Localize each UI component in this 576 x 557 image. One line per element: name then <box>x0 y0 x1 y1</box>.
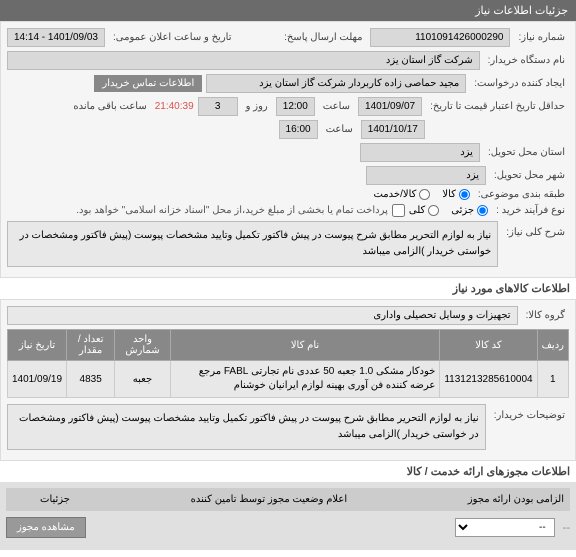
dash-1: -- <box>563 522 570 534</box>
class-goods-radio[interactable] <box>459 189 470 200</box>
status-label: اعلام وضعیت مجوز توسط تامین کننده <box>76 488 462 511</box>
need-number-field: 1101091426000290 <box>370 28 510 47</box>
class-service-radio[interactable] <box>419 189 430 200</box>
col-unit: واحد شمارش <box>115 330 170 361</box>
province-field: یزد <box>360 143 480 162</box>
treasury-checkbox[interactable] <box>392 204 405 217</box>
countdown-timer: 21:40:39 <box>155 101 194 112</box>
announce-value: 1401/09/03 - 14:14 <box>7 28 105 47</box>
pt-full-radio[interactable] <box>428 205 439 216</box>
city-field: یزد <box>366 166 486 185</box>
class-radio-group: کالا کالا/خدمت <box>373 189 469 200</box>
requester-field: مجید حماصی زاده کاربردار شرکت گاز استان … <box>206 74 466 93</box>
col-qty: تعداد / مقدار <box>67 330 115 361</box>
delivery-city-label: شهر محل تحویل: <box>490 170 569 181</box>
expire-label: حداقل تاریخ اعتبار قیمت تا تاریخ: <box>426 101 569 112</box>
info-section-header: جزئیات اطلاعات نیاز <box>0 0 576 21</box>
class-service-option[interactable]: کالا/خدمت <box>373 189 430 200</box>
goods-area: گروه کالا: تجهیزات و وسایل تحصیلی واداری… <box>0 299 576 461</box>
desc-box: نیاز به لوازم التحریر مطابق شرح پیوست در… <box>7 221 498 267</box>
group-field: تجهیزات و وسایل تحصیلی واداری <box>7 306 518 325</box>
day-label: روز و <box>242 101 272 112</box>
timer-label: ساعت باقی مانده <box>69 101 150 112</box>
cell-qty: 4835 <box>67 361 115 398</box>
view-permit-button[interactable]: مشاهده مجوز <box>6 517 86 538</box>
buyer-name-label: نام دستگاه خریدار: <box>484 55 569 66</box>
buyer-notes-box: نیاز به لوازم التحریر مطابق شرح پیوست در… <box>7 404 486 450</box>
form-area: شماره نیاز: 1101091426000290 مهلت ارسال … <box>0 21 576 278</box>
payment-note: پرداخت تمام یا بخشی از مبلغ خرید،از محل … <box>76 205 388 216</box>
cell-unit: جعبه <box>115 361 170 398</box>
col-name: نام کالا <box>170 330 440 361</box>
table-row: 1 1131213285610004 خودکار مشکی 1.0 جعبه … <box>8 361 569 398</box>
permits-area: الزامی بودن ارائه مجوز اعلام وضعیت مجوز … <box>0 482 576 550</box>
group-label: گروه کالا: <box>522 310 569 321</box>
pt-partial-radio[interactable] <box>477 205 488 216</box>
send-time-label: مهلت ارسال پاسخ: <box>280 32 366 43</box>
time-label-2: ساعت <box>322 124 357 135</box>
mandatory-label: الزامی بودن ارائه مجوز <box>462 488 570 511</box>
purchase-type-label: نوع فرآیند خرید : <box>492 205 569 216</box>
contact-buyer-button[interactable]: اطلاعات تماس خریدار <box>94 75 202 92</box>
purchase-type-radio-group: جزئی کلی <box>409 205 488 216</box>
cell-idx: 1 <box>537 361 568 398</box>
col-row: ردیف <box>537 330 568 361</box>
permits-section-header: اطلاعات مجوزهای ارائه خدمت / کالا <box>0 461 576 482</box>
desc-label: شرح کلی نیاز: <box>502 221 569 238</box>
expire-date-field: 1401/09/07 <box>358 97 422 116</box>
time-label-1: ساعت <box>319 101 354 112</box>
buyer-notes-label: توضیحات خریدار: <box>490 404 569 421</box>
buyer-name-field: شرکت گاز استان یزد <box>7 51 480 70</box>
col-code: کد کالا <box>440 330 537 361</box>
details-label: جزئیات <box>6 488 76 511</box>
class-label: طبقه بندی موضوعی: <box>474 189 569 200</box>
goods-section-header: اطلاعات کالاهای مورد نیاز <box>0 278 576 299</box>
day-field: 3 <box>198 97 238 116</box>
cell-date: 1401/09/19 <box>8 361 67 398</box>
time1-field: 12:00 <box>276 97 315 116</box>
col-date: تاریخ نیاز <box>8 330 67 361</box>
pt-partial-option[interactable]: جزئی <box>451 205 488 216</box>
class-goods-option[interactable]: کالا <box>442 189 470 200</box>
pt-full-option[interactable]: کلی <box>409 205 439 216</box>
goods-table: ردیف کد کالا نام کالا واحد شمارش تعداد /… <box>7 329 569 398</box>
time2-field: 16:00 <box>279 120 318 139</box>
status-select[interactable]: -- <box>455 518 555 537</box>
cell-code: 1131213285610004 <box>440 361 537 398</box>
need-number-label: شماره نیاز: <box>514 32 569 43</box>
requester-label: ایجاد کننده درخواست: <box>470 78 569 89</box>
announce-label: تاریخ و ساعت اعلان عمومی: <box>109 32 236 43</box>
delivery-province-label: استان محل تحویل: <box>484 147 569 158</box>
date2-field: 1401/10/17 <box>361 120 425 139</box>
cell-name: خودکار مشکی 1.0 جعبه 50 عددی نام تجارتی … <box>170 361 440 398</box>
